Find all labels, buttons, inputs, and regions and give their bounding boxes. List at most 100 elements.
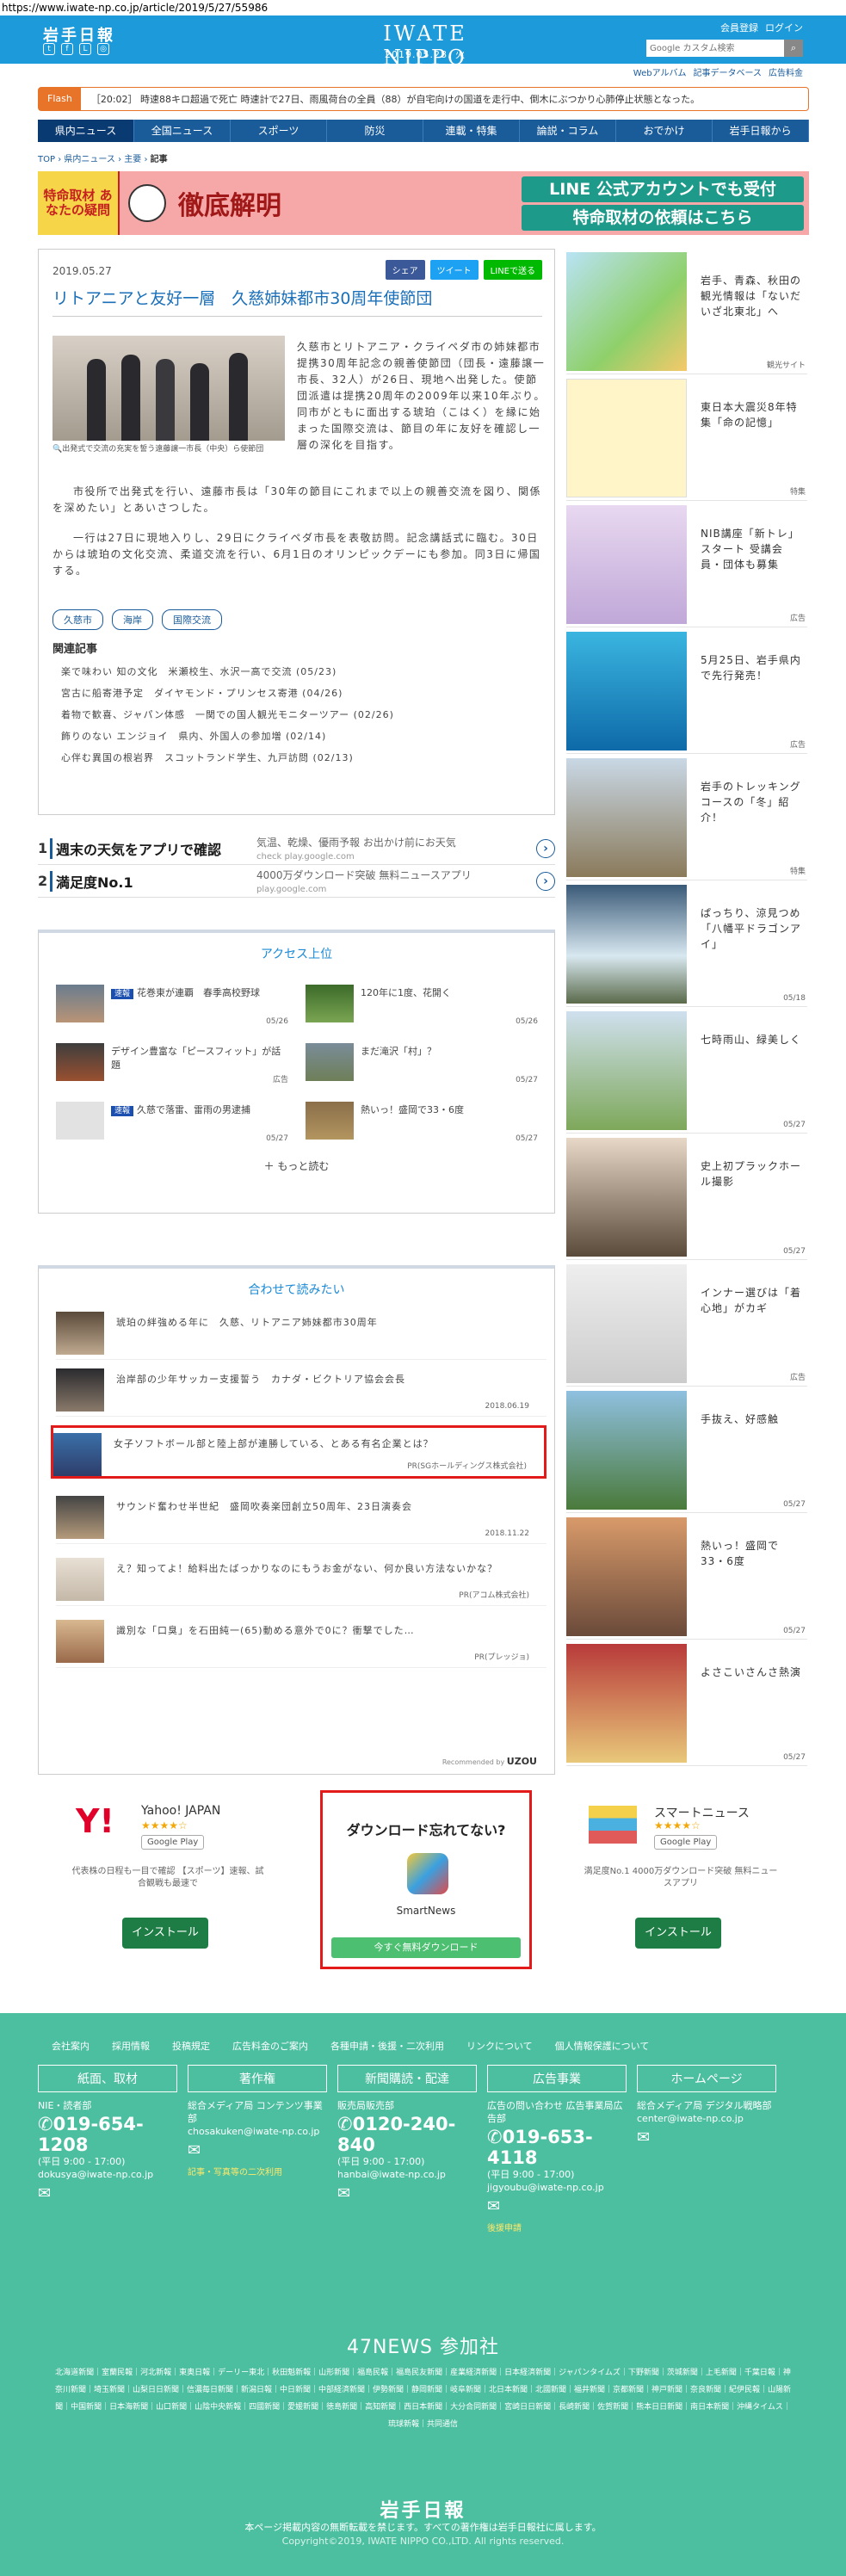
sidebar-title[interactable]: よさこいさんさ熱演 [701, 1665, 804, 1680]
related-link[interactable]: 着物で歓喜、ジャパン体感 一関での国人観光モニターツアー (02/26) [61, 704, 394, 726]
sidebar-title[interactable]: 岩手のトレッキングコースの「冬」紹介！ [701, 779, 804, 825]
zoom-icon[interactable]: 🔍 [52, 445, 62, 454]
ranking-item[interactable]: まだ滝沢「村」？ 05/27 [306, 1043, 538, 1084]
tag[interactable]: 海岸 [112, 609, 153, 630]
flash-text[interactable]: ［20:02］ 時速88キロ超過で死亡 時速計で27日、雨風荷台の全員（88）が… [81, 92, 700, 106]
footer-link[interactable]: 個人情報保護について [555, 2039, 650, 2053]
sidebar-item[interactable]: 史上初プラックホール撮影 05/27 [566, 1134, 807, 1260]
install-button[interactable]: インストール [635, 1918, 721, 1949]
tag[interactable]: 久慈市 [52, 609, 103, 630]
sidebar-title[interactable]: 史上初プラックホール撮影 [701, 1158, 804, 1189]
read-more-link[interactable]: ＋ もっと読む [39, 1158, 554, 1173]
sidebar-title[interactable]: 熱いっ！盛岡で33・6度 [701, 1538, 804, 1569]
smartnews-ad[interactable]: ダウンロード忘れてない? SmartNews 今すぐ無料ダウンロード [320, 1790, 532, 1969]
article-photo[interactable] [52, 336, 285, 441]
recommend-item[interactable]: え？知ってよ！給料出たばっかりなのにもうお金がない、何か良い方法ないかな？ PR… [56, 1553, 547, 1606]
tag[interactable]: 国際交流 [162, 609, 222, 630]
member-papers[interactable]: 北海道新聞｜室蘭民報｜河北新報｜東奥日報｜デーリー東北｜秋田魁新報｜山形新聞｜福… [52, 2364, 794, 2433]
login-link[interactable]: ログイン [765, 21, 803, 34]
sidebar-title[interactable]: 5月25日、岩手県内で先行発売！ [701, 652, 804, 683]
contact-phone[interactable]: 019-653-4118 [487, 2127, 593, 2168]
crumb-sub[interactable]: 主要 [124, 155, 141, 164]
related-link[interactable]: 宮古に船寄港予定 ダイヤモンド・プリンセス寄港 (04/26) [61, 683, 394, 704]
related-link[interactable]: 楽で味わい 知の文化 米瀬校生、水沢一高で交流 (05/23) [61, 661, 394, 683]
instagram-icon[interactable]: ◎ [97, 43, 109, 55]
contact-link[interactable]: 記事・写真等の二次利用 [188, 2165, 327, 2178]
sidebar-item[interactable]: 岩手、青森、秋田の観光情報は「ないだいざ北東北」へ 観光サイト [566, 249, 807, 374]
tweet-button[interactable]: ツイート [429, 260, 479, 280]
nav-item[interactable]: スポーツ [231, 120, 327, 142]
ad-title[interactable]: 満足度No.1 [50, 870, 256, 892]
recommend-title[interactable]: 女子ソフトボール部と陸上部が連勝している、とある有名企業とは？ [114, 1436, 434, 1450]
chevron-right-icon[interactable]: › [536, 871, 555, 891]
sidebar-item[interactable]: 5月25日、岩手県内で先行発売！ 広告 [566, 628, 807, 754]
recommend-title[interactable]: 治岸部の少年サッカー支援誓う カナダ・ビクトリア協会会長 [116, 1372, 405, 1386]
facebook-share-button[interactable]: シェア [385, 260, 425, 280]
ranking-item[interactable]: 速報 久慈で落雷、雷雨の男逮捕 05/27 [56, 1102, 288, 1143]
mail-icon[interactable]: ✉ [637, 2128, 776, 2147]
sidebar-item[interactable]: 七時雨山、緑美しく 05/27 [566, 1008, 807, 1134]
chevron-right-icon[interactable]: › [536, 838, 555, 858]
sidebar-title[interactable]: 七時雨山、緑美しく [701, 1032, 804, 1047]
footer-link[interactable]: 各種申請・後援・二次利用 [330, 2039, 444, 2053]
mail-icon[interactable]: ✉ [38, 2184, 177, 2202]
sidebar-item[interactable]: 岩手のトレッキングコースの「冬」紹介！ 特集 [566, 755, 807, 880]
nav-item[interactable]: 連載・特集 [423, 120, 520, 142]
util-link[interactable]: 広告料金 [769, 65, 803, 78]
request-button[interactable]: 特命取材の依頼はこちら [522, 204, 804, 231]
sidebar-title[interactable]: 東日本大震災8年特集「命の記憶」 [701, 399, 804, 430]
line-icon[interactable]: L [79, 43, 91, 55]
sidebar-title[interactable]: 手抜え、好感触 [701, 1412, 804, 1427]
ranking-item[interactable]: 120年に1度、花開く 05/26 [306, 985, 538, 1026]
ad-row[interactable]: 1 週末の天気をアプリで確認 気温、乾燥、優雨予報 お出かけ前にお天気 check… [38, 832, 555, 865]
footer-link[interactable]: 広告料金のご案内 [232, 2039, 308, 2053]
register-link[interactable]: 会員登録 [720, 21, 758, 34]
contact-email[interactable]: dokusya@iwate-np.co.jp [38, 2168, 177, 2181]
contact-email[interactable]: jigyoubu@iwate-np.co.jp [487, 2181, 627, 2194]
ranking-item[interactable]: 速報 花巻東が連覇 春季高校野球 05/26 [56, 985, 288, 1026]
sidebar-title[interactable]: NIB講座「新トレ」スタート 受講会員・団体も募集 [701, 526, 804, 572]
sidebar-title[interactable]: 岩手、青森、秋田の観光情報は「ないだいざ北東北」へ [701, 273, 804, 319]
uzou-logo[interactable]: UZOU [507, 1756, 537, 1767]
nav-item[interactable]: 全国ニュース [134, 120, 231, 142]
contact-email[interactable]: center@iwate-np.co.jp [637, 2112, 776, 2125]
nav-item[interactable]: 県内ニュース [38, 120, 134, 142]
ranking-item[interactable]: デザイン豊富な「ピースフィット」が話題 広告 [56, 1043, 288, 1084]
ad-row[interactable]: 2 満足度No.1 4000万ダウンロード突破 無料ニュースアプリ play.g… [38, 865, 555, 898]
footer-link[interactable]: リンクについて [466, 2039, 533, 2053]
sidebar-item[interactable]: 手抜え、好感触 05/27 [566, 1387, 807, 1513]
url-bar[interactable]: https://www.iwate-np.co.jp/article/2019/… [0, 0, 846, 15]
crumb-cat[interactable]: 県内ニュース [64, 155, 115, 164]
flash-news[interactable]: Flash ［20:02］ 時速88キロ超過で死亡 時速計で27日、雨風荷台の全… [38, 87, 809, 111]
recommend-title[interactable]: 琥珀の絆強める年に 久慈、リトアニア姉妹都市30周年 [116, 1315, 378, 1329]
sidebar-title[interactable]: ぱっちり、涼見つめ「八幡平ドラゴンアイ」 [701, 905, 804, 952]
recommend-title[interactable]: 識別な「口臭」を石田純一(65)動める意外で0に？衝撃でした… [116, 1623, 415, 1637]
search-button[interactable]: ⌕ [784, 40, 803, 57]
recommend-item[interactable]: 識別な「口臭」を石田純一(65)動める意外で0に？衝撃でした… PR(プレッジョ… [56, 1615, 547, 1668]
facebook-icon[interactable]: f [61, 43, 73, 55]
brand-title[interactable]: IWATE NIPPO [339, 22, 511, 70]
ranking-title[interactable]: デザイン豊富な「ピースフィット」が話題 [111, 1046, 281, 1071]
related-link[interactable]: 飾りのない エンジョイ 県内、外国人の参加増 (02/14) [61, 726, 394, 747]
contact-email[interactable]: hanbai@iwate-np.co.jp [337, 2168, 477, 2181]
mail-icon[interactable]: ✉ [337, 2184, 477, 2202]
recommend-item-highlighted[interactable]: 女子ソフトボール部と陸上部が連勝している、とある有名企業とは？ PR(SGホール… [51, 1425, 547, 1479]
ranking-item[interactable]: 熱いっ！盛岡で33・6度 05/27 [306, 1102, 538, 1143]
search-input[interactable] [646, 40, 784, 57]
recommend-title[interactable]: え？知ってよ！給料出たばっかりなのにもうお金がない、何か良い方法ないかな？ [116, 1561, 497, 1575]
footer-link[interactable]: 投稿規定 [172, 2039, 210, 2053]
footer-link[interactable]: 採用情報 [112, 2039, 150, 2053]
related-link[interactable]: 心伴む異国の根岩界 スコットランド学生、九戸訪問 (02/13) [61, 747, 394, 769]
ranking-title[interactable]: 花巻東が連覇 春季高校野球 [137, 987, 260, 998]
nav-item[interactable]: 防災 [327, 120, 423, 142]
ad-title[interactable]: 週末の天気をアプリで確認 [50, 837, 256, 859]
sidebar-item[interactable]: インナー選びは「着心地」がカギ 広告 [566, 1261, 807, 1387]
util-link[interactable]: Webアルバム [633, 65, 687, 78]
sidebar-item[interactable]: ぱっちり、涼見つめ「八幡平ドラゴンアイ」 05/18 [566, 881, 807, 1007]
install-button[interactable]: インストール [122, 1918, 208, 1949]
promo-banner[interactable]: 特命取材 あなたの疑問 徹底解明 LINE 公式アカウントでも受付 特命取材の依… [38, 171, 809, 235]
contact-phone[interactable]: 019-654-1208 [38, 2114, 144, 2155]
sidebar-item[interactable]: よさこいさんさ熱演 05/27 [566, 1640, 807, 1766]
ranking-title[interactable]: 120年に1度、花開く [361, 987, 451, 998]
ranking-title[interactable]: 熱いっ！盛岡で33・6度 [361, 1104, 464, 1115]
